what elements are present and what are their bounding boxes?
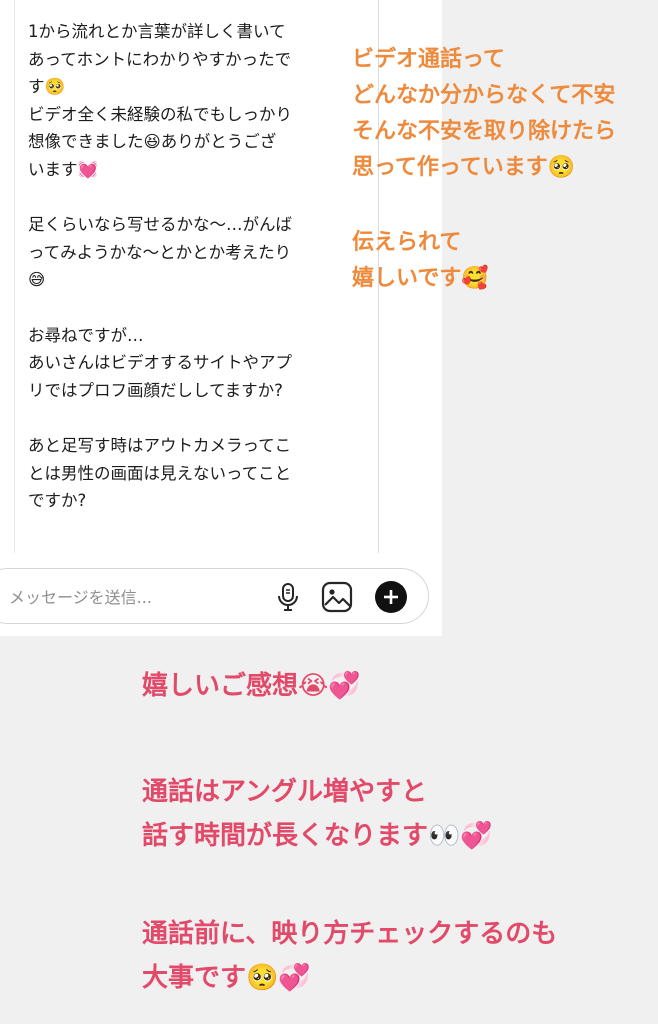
overlay-text-red-3: 通話前に、映り方チェックするのも 大事です🥺💞 [142,919,558,993]
overlay-text-orange-2: 伝えられて 嬉しいです🥰 [352,230,489,291]
overlay-text-orange-1: ビデオ通話って どんなか分からなくて不安 そんな不安を取り除けたら 思って作って… [352,47,617,180]
message-composer [0,568,429,624]
overlay-text-red-1: 嬉しいご感想😭💞 [142,671,361,701]
microphone-icon[interactable] [270,579,306,615]
received-message-text: 1から流れとか言葉が詳しく書いて あってホントにわかりやすかったで す🥺 ビデオ… [28,22,292,511]
overlay-text-red-2: 通話はアングル増やすと 話す時間が長くなります👀💞 [142,777,493,851]
message-input[interactable] [7,582,231,612]
image-icon[interactable] [319,579,355,615]
add-icon[interactable] [373,579,409,615]
